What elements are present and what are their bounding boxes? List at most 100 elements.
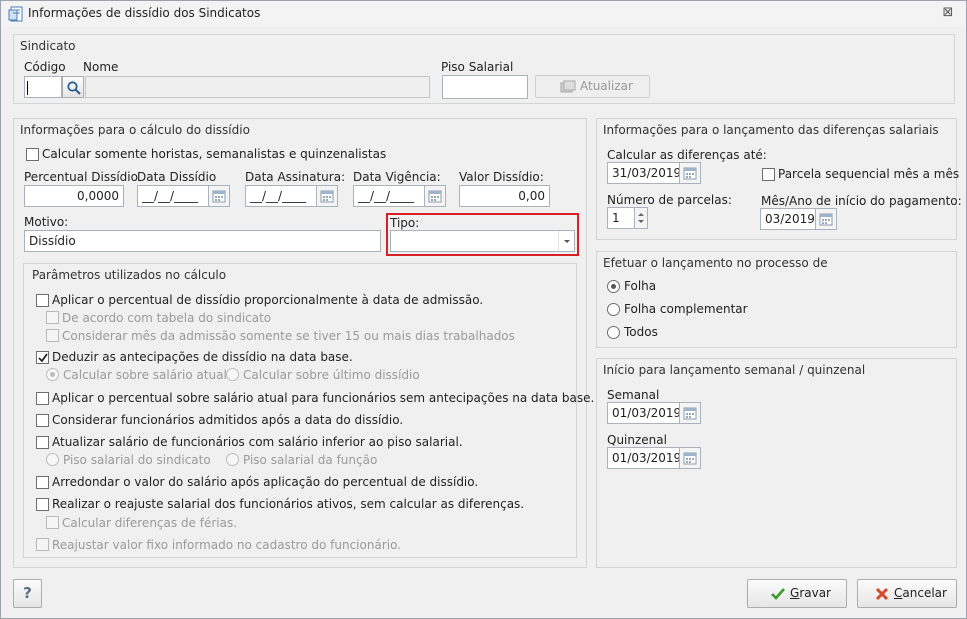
refresh-icon	[560, 80, 576, 93]
calculo-group-title: Informações para o cálculo do dissídio	[20, 123, 250, 137]
data-dissidio-input[interactable]: __/__/____	[137, 185, 209, 207]
sindicato-group-title: Sindicato	[20, 39, 76, 53]
data-dissidio-calendar-button[interactable]	[208, 185, 230, 207]
valor-dissidio-value: 0,00	[518, 189, 545, 203]
deduzir-antecipacoes-checkbox[interactable]	[36, 351, 49, 364]
diferencas-ferias-checkbox[interactable]	[46, 516, 59, 529]
nome-input	[85, 76, 430, 98]
processo-group-title: Efetuar o lançamento no processo de	[603, 256, 828, 270]
todos-radio[interactable]	[607, 326, 620, 339]
motivo-value: Dissídio	[29, 234, 76, 248]
proporcional-checkbox[interactable]	[36, 294, 49, 307]
deduzir-antecipacoes-label: Deduzir as antecipações de dissídio na d…	[52, 350, 353, 364]
mes-ano-value: 03/2019	[765, 212, 815, 226]
lancamento-group: Informações para o lançamento das difere…	[596, 118, 962, 240]
semanal-input[interactable]: 01/03/2019	[607, 402, 680, 424]
tabela-sindicato-checkbox[interactable]	[46, 311, 59, 324]
piso-sindicato-radio[interactable]	[46, 453, 59, 466]
calendar-icon	[683, 407, 697, 420]
help-icon: ?	[23, 584, 32, 602]
piso-funcao-radio[interactable]	[226, 453, 239, 466]
checkmark-icon	[38, 353, 48, 363]
tipo-select[interactable]	[390, 230, 575, 252]
ultimo-dissidio-radio[interactable]	[226, 368, 239, 381]
data-vigencia-input[interactable]: __/__/____	[353, 185, 425, 207]
piso-salarial-checkbox[interactable]	[36, 436, 49, 449]
codigo-label: Código	[24, 60, 66, 74]
checkmark-icon	[771, 588, 785, 600]
sindicato-group: Sindicato Código Nome Piso Salarial Atua…	[13, 34, 955, 104]
percentual-label: Percentual Dissídio	[24, 170, 138, 184]
close-icon[interactable]: ⊠	[940, 5, 956, 21]
mes-ano-input[interactable]: 03/2019	[760, 208, 816, 230]
sem-antecipacoes-label: Aplicar o percentual sobre salário atual…	[52, 391, 595, 405]
atualizar-button[interactable]: Atualizar	[535, 75, 650, 98]
calendar-icon	[683, 167, 697, 180]
calendar-icon	[819, 213, 833, 226]
data-vigencia-label: Data Vigência:	[353, 170, 441, 184]
data-assinatura-calendar-button[interactable]	[316, 185, 338, 207]
num-parcelas-input[interactable]: 1	[607, 207, 635, 229]
calcular-ate-label: Calcular as diferenças até:	[607, 148, 767, 162]
admitidos-apos-label: Considerar funcionários admitidos após a…	[52, 413, 404, 427]
mes-admissao-label: Considerar mês da admissão somente se ti…	[62, 329, 515, 343]
folha-label: Folha	[624, 279, 657, 293]
percentual-value: 0,0000	[77, 189, 119, 203]
calcular-ate-calendar-button[interactable]	[679, 162, 701, 184]
only-hourly-label: Calcular somente horistas, semanalistas …	[42, 147, 387, 161]
mes-ano-label: Mês/Ano de início do pagamento:	[761, 194, 962, 208]
valor-dissidio-input[interactable]: 0,00	[459, 185, 550, 207]
percentual-input[interactable]: 0,0000	[24, 185, 124, 207]
gravar-mnemonic: G	[790, 586, 800, 600]
help-button[interactable]: ?	[13, 579, 42, 608]
data-vigencia-value: __/__/____	[358, 189, 415, 203]
semanal-label: Semanal	[607, 388, 660, 402]
valor-fixo-checkbox[interactable]	[36, 538, 49, 551]
piso-salarial-option-label: Atualizar salário de funcionários com sa…	[52, 435, 463, 449]
folha-complementar-radio[interactable]	[607, 303, 620, 316]
spin-arrows-icon	[638, 213, 644, 223]
codigo-input[interactable]	[24, 76, 62, 98]
dialog-window: Informações de dissídio dos Sindicatos ⊠…	[0, 0, 967, 619]
reajuste-ativos-label: Realizar o reajuste salarial dos funcion…	[52, 497, 525, 511]
piso-sindicato-label: Piso salarial do sindicato	[63, 453, 211, 467]
salario-atual-radio[interactable]	[46, 368, 59, 381]
search-button[interactable]	[62, 76, 84, 98]
data-vigencia-calendar-button[interactable]	[424, 185, 446, 207]
data-dissidio-value: __/__/____	[142, 189, 199, 203]
admitidos-apos-checkbox[interactable]	[36, 414, 49, 427]
proporcional-label: Aplicar o percentual de dissídio proporc…	[52, 293, 484, 307]
only-hourly-checkbox[interactable]	[26, 148, 39, 161]
title-bar: Informações de dissídio dos Sindicatos ⊠	[1, 1, 966, 27]
num-parcelas-spinner[interactable]	[634, 207, 648, 229]
gravar-label-rest: ravar	[799, 586, 831, 600]
mes-admissao-checkbox[interactable]	[46, 329, 59, 342]
calendar-icon	[428, 190, 442, 203]
nome-label: Nome	[83, 60, 119, 74]
quinzenal-input[interactable]: 01/03/2019	[607, 447, 680, 469]
arredondar-checkbox[interactable]	[36, 476, 49, 489]
semanal-group: Início para lançamento semanal / quinzen…	[596, 358, 957, 568]
parcela-sequencial-checkbox[interactable]	[762, 168, 775, 181]
chevron-down-icon[interactable]	[558, 231, 574, 251]
data-assinatura-input[interactable]: __/__/____	[245, 185, 317, 207]
todos-label: Todos	[624, 325, 658, 339]
cancelar-label: Cancelar	[894, 580, 947, 607]
calendar-icon	[683, 452, 697, 465]
calcular-ate-input[interactable]: 31/03/2019	[607, 162, 680, 184]
sem-antecipacoes-checkbox[interactable]	[36, 392, 49, 405]
num-parcelas-value: 1	[612, 211, 620, 225]
cancelar-button[interactable]: Cancelar	[857, 579, 957, 608]
motivo-input[interactable]: Dissídio	[24, 230, 381, 252]
quinzenal-label: Quinzenal	[607, 433, 667, 447]
mes-ano-calendar-button[interactable]	[815, 208, 837, 230]
quinzenal-calendar-button[interactable]	[679, 447, 701, 469]
piso-salarial-input[interactable]	[442, 75, 528, 99]
window-title: Informações de dissídio dos Sindicatos	[28, 6, 261, 20]
semanal-calendar-button[interactable]	[679, 402, 701, 424]
atualizar-label: Atualizar	[580, 79, 633, 93]
calendar-icon	[320, 190, 334, 203]
gravar-button[interactable]: Gravar	[747, 579, 847, 608]
reajuste-ativos-checkbox[interactable]	[36, 498, 49, 511]
folha-radio[interactable]	[607, 280, 620, 293]
